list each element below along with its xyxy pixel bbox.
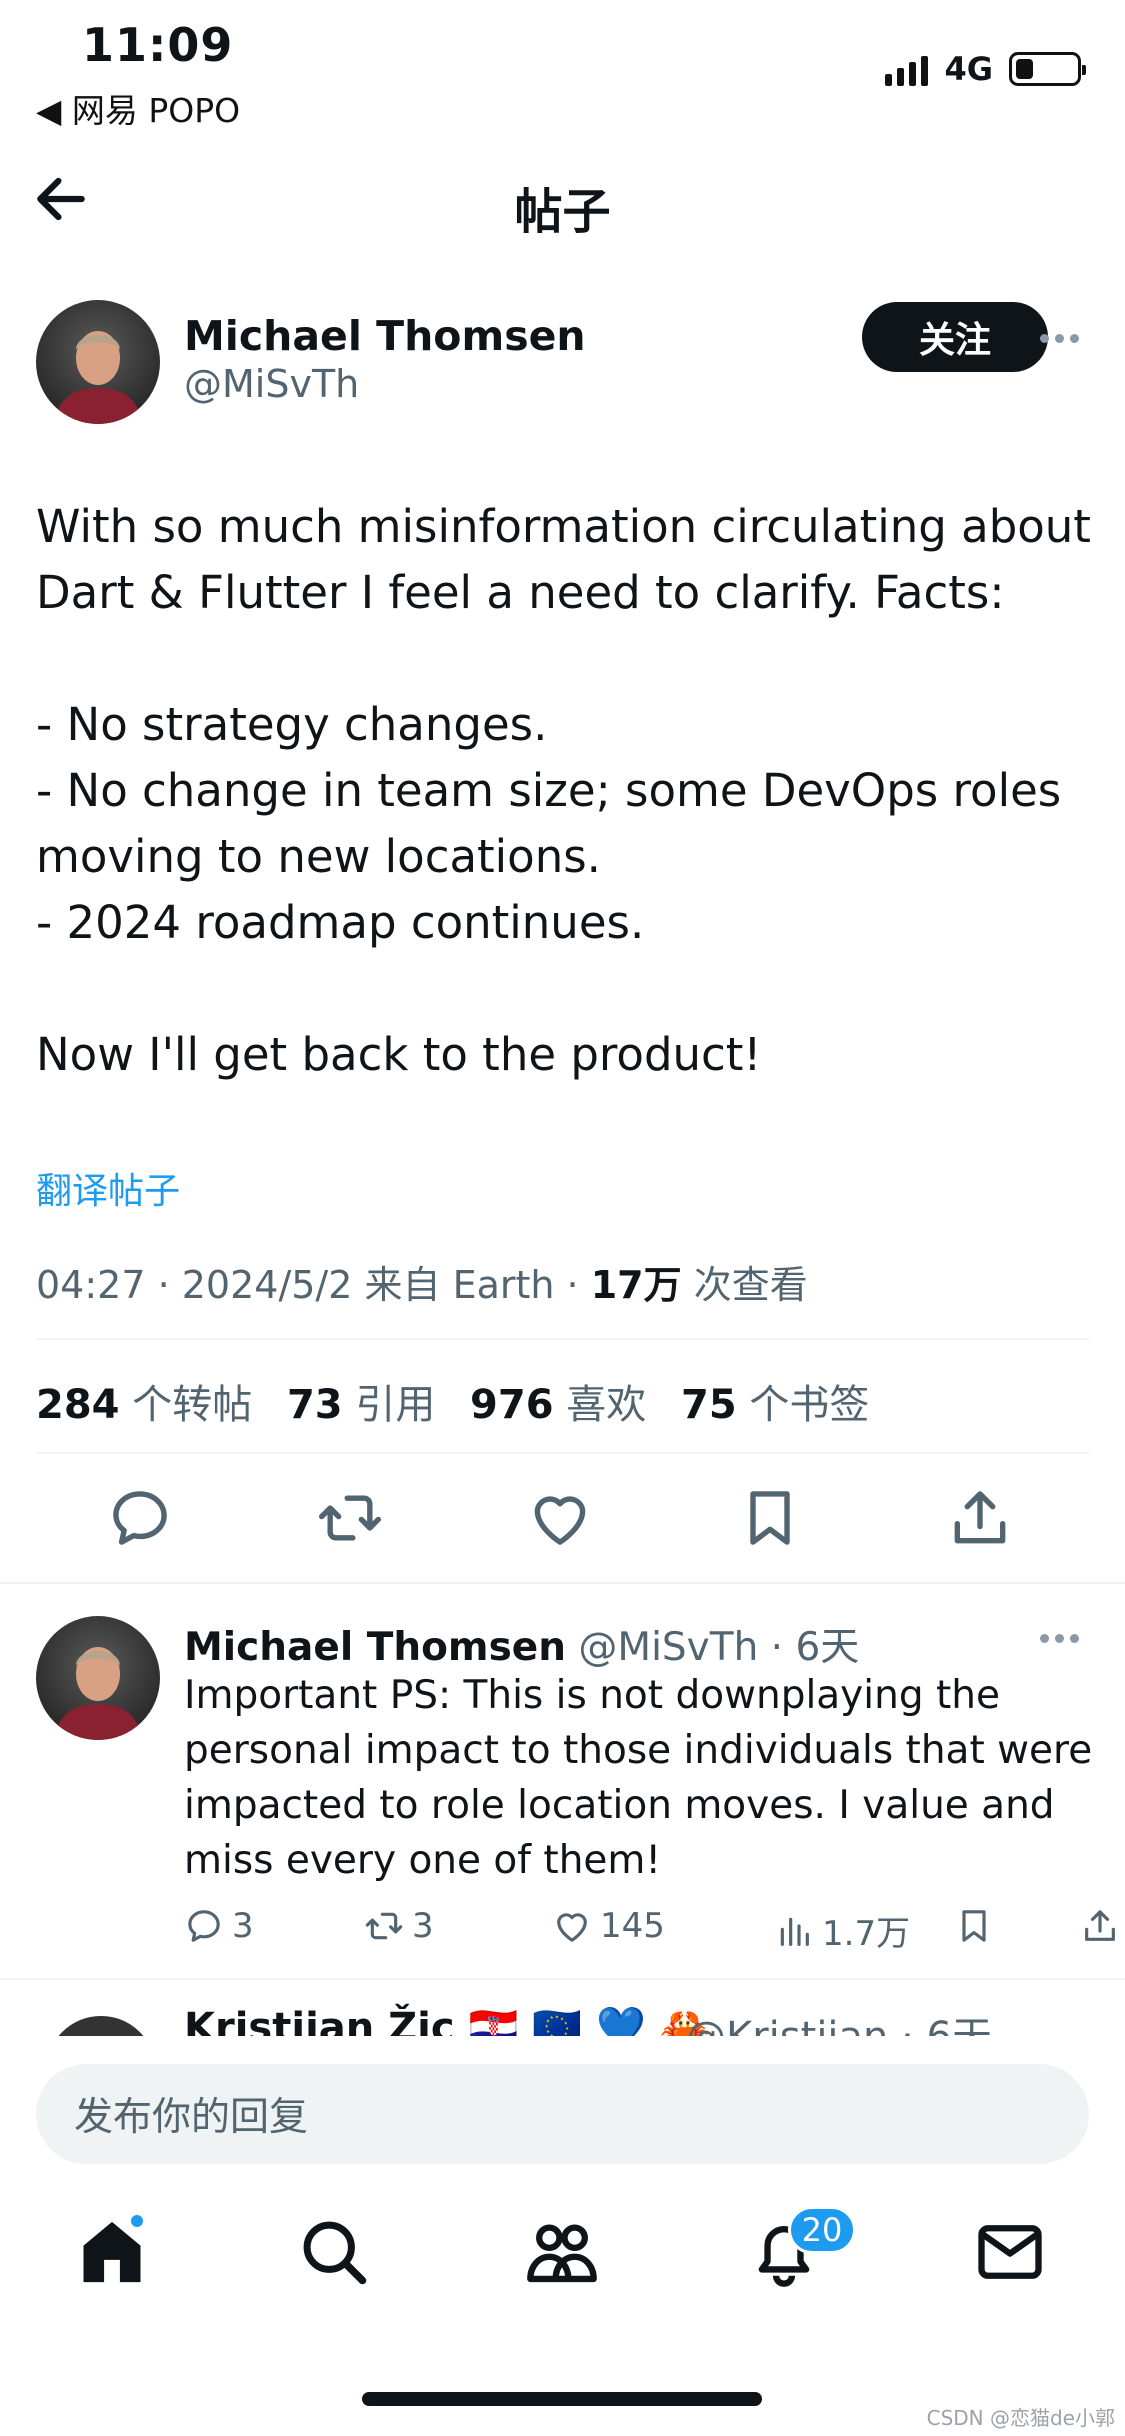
reply-repost-count: 3	[412, 1906, 434, 1946]
post-text-line	[36, 626, 1096, 692]
return-to-app-link[interactable]: ◀ 网易 POPO	[36, 84, 240, 132]
post-text-line: - 2024 roadmap continues.	[36, 896, 645, 949]
post-meta: 04:27 · 2024/5/2 来自 Earth · 17万 次查看	[36, 1254, 808, 1309]
analytics-icon	[780, 1917, 809, 1946]
post-author: Michael Thomsen @MiSvTh 关注	[36, 300, 1096, 430]
home-indicator[interactable]	[362, 2392, 762, 2406]
reply-like-count: 145	[600, 1906, 665, 1946]
search-icon[interactable]	[296, 2214, 372, 2290]
view-count: 17万	[590, 1263, 682, 1307]
repost-icon	[365, 1912, 403, 1940]
like-count[interactable]: 976	[470, 1382, 554, 1428]
reply-post[interactable]: Michael Thomsen @MiSvTh · 6天 Important P…	[36, 1616, 1115, 1956]
divider	[0, 1582, 1125, 1584]
reply-icon	[188, 1910, 220, 1942]
reply-share-button[interactable]	[1080, 1906, 1120, 1946]
status-indicators: 4G	[885, 50, 1086, 88]
quote-label[interactable]: 引用	[355, 1382, 435, 1428]
post-text-line: - No change in team size; some DevOps ro…	[36, 764, 1062, 817]
avatar[interactable]	[46, 2016, 156, 2036]
reply-author-name[interactable]: Michael Thomsen	[184, 1625, 566, 1670]
reply-author-name[interactable]: Kristijan Žic 🇭🇷 🇪🇺 💙 🦀	[184, 2004, 710, 2036]
watermark: CSDN @恋猫de小郭	[926, 2406, 1115, 2430]
messages-icon[interactable]	[972, 2214, 1048, 2290]
post-text: With so much misinformation circulating …	[36, 494, 1096, 1088]
share-icon[interactable]	[946, 1484, 1014, 1552]
avatar[interactable]	[36, 1616, 160, 1740]
home-unread-dot	[128, 2212, 146, 2230]
reply-like-button[interactable]: 145	[552, 1906, 665, 1946]
reply-action-bar: 3 3 145 1.7万	[184, 1906, 1115, 1956]
reply-input[interactable]: 发布你的回复	[36, 2064, 1089, 2164]
like-label[interactable]: 喜欢	[566, 1382, 646, 1428]
reply-bookmark-button[interactable]	[954, 1906, 994, 1946]
reply-text-line: miss every one of them!	[184, 1838, 662, 1883]
reply-reply-button[interactable]: 3	[184, 1906, 254, 1946]
reply-view-count: 1.7万	[822, 1914, 911, 1954]
follow-button[interactable]: 关注	[862, 302, 1048, 372]
repost-label[interactable]: 个转帖	[132, 1382, 252, 1428]
post-text-line	[36, 956, 1096, 1022]
view-count-label: 次查看	[681, 1263, 808, 1307]
battery-icon	[1009, 52, 1086, 86]
reply-views-button[interactable]: 1.7万	[774, 1906, 910, 1955]
header: 帖子	[0, 150, 1125, 250]
battery-level	[1016, 59, 1033, 79]
next-reply-post[interactable]: Kristijan Žic 🇭🇷 🇪🇺 💙 🦀 @Kristijan · 6天	[36, 1996, 1116, 2036]
notification-badge: 20	[788, 2206, 856, 2254]
reply-text-line: Important PS: This is not downplaying th…	[184, 1673, 1000, 1718]
post-text-line: - No strategy changes.	[36, 698, 548, 751]
bookmark-icon[interactable]	[736, 1484, 804, 1552]
reply-header: Michael Thomsen @MiSvTh · 6天	[184, 1616, 859, 1672]
repost-count[interactable]: 284	[36, 1382, 120, 1428]
reply-text-line: personal impact to those individuals tha…	[184, 1728, 1093, 1773]
status-bar: 11:09 ◀ 网易 POPO 4G	[0, 0, 1125, 130]
post-stats: 284 个转帖 73 引用 976 喜欢 75 个书签	[36, 1372, 891, 1430]
communities-icon[interactable]	[524, 2214, 600, 2290]
post-timestamp[interactable]: 04:27 · 2024/5/2 来自 Earth ·	[36, 1263, 591, 1307]
repost-icon[interactable]	[316, 1484, 384, 1552]
bookmark-label[interactable]: 个书签	[749, 1382, 869, 1428]
reply-author-handle[interactable]: @MiSvTh · 6天	[578, 1625, 859, 1670]
divider	[36, 1338, 1089, 1340]
avatar[interactable]	[36, 300, 160, 424]
quote-count[interactable]: 73	[287, 1382, 343, 1428]
post-text-line: Now I'll get back to the product!	[36, 1028, 762, 1081]
reply-text-line: impacted to role location moves. I value…	[184, 1783, 1055, 1828]
reply-text: Important PS: This is not downplaying th…	[184, 1668, 1114, 1888]
reply-author-handle[interactable]: @Kristijan · 6天	[686, 2004, 992, 2036]
more-options-icon[interactable]	[1040, 334, 1079, 343]
like-icon[interactable]	[526, 1484, 594, 1552]
divider	[0, 1978, 1125, 1980]
page-title: 帖子	[514, 184, 611, 240]
reply-reply-count: 3	[232, 1906, 254, 1946]
reply-repost-button[interactable]: 3	[364, 1906, 434, 1946]
post-text-line: With so much misinformation circulating …	[36, 500, 1091, 553]
signal-icon	[885, 52, 929, 86]
more-options-icon[interactable]	[1040, 1634, 1079, 1643]
author-name[interactable]: Michael Thomsen	[184, 312, 586, 360]
status-time: 11:09	[82, 18, 234, 72]
translate-post-link[interactable]: 翻译帖子	[36, 1162, 180, 1214]
share-icon	[1085, 1910, 1115, 1941]
reply-icon[interactable]	[106, 1484, 174, 1552]
bookmark-icon	[962, 1910, 986, 1942]
network-type: 4G	[944, 50, 993, 88]
post-text-line: Dart & Flutter I feel a need to clarify.…	[36, 566, 1005, 619]
like-icon	[557, 1913, 587, 1942]
author-handle[interactable]: @MiSvTh	[184, 362, 359, 406]
post-text-line: moving to new locations.	[36, 830, 601, 883]
post-action-bar	[0, 1470, 1125, 1570]
bookmark-count[interactable]: 75	[681, 1382, 737, 1428]
reply-composer-bar: 发布你的回复	[0, 2036, 1125, 2176]
divider	[36, 1452, 1089, 1454]
